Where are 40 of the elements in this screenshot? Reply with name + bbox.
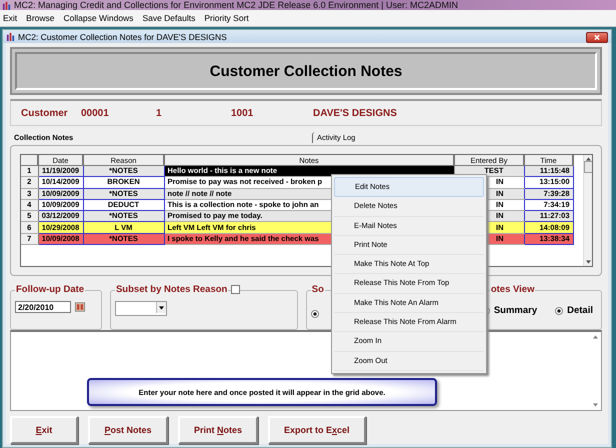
- app-icon: [6, 32, 15, 41]
- group-title: Subset by Notes Reason: [114, 284, 228, 295]
- radio-option[interactable]: Detail: [555, 305, 593, 316]
- action-button[interactable]: Export to Excel: [268, 416, 366, 444]
- dropdown-arrow-icon: [158, 306, 164, 310]
- menu-item[interactable]: Browse: [26, 13, 55, 23]
- menu-item[interactable]: Exit: [3, 13, 18, 23]
- calendar-icon[interactable]: [75, 302, 85, 312]
- up-arrow-icon: [586, 157, 590, 161]
- app-title: MC2: Managing Credit and Collections for Environment MC2 JDE Release 6.0 Environment | User: MC2ADMIN: [14, 0, 458, 10]
- scroll-thumb[interactable]: [584, 161, 592, 173]
- up-arrow-icon: [592, 335, 598, 339]
- row-header: [21, 155, 38, 166]
- page-heading: Customer Collection Notes: [210, 62, 402, 80]
- down-arrow-icon: [592, 403, 598, 407]
- group-title: Follow-up Date: [15, 284, 86, 295]
- scrollbar[interactable]: [591, 335, 599, 407]
- menu-item[interactable]: Collapse Windows: [64, 13, 134, 23]
- scrollbar[interactable]: [583, 155, 592, 266]
- customer-field: 1: [156, 108, 231, 118]
- reason-dropdown[interactable]: [114, 301, 167, 316]
- close-button[interactable]: [586, 32, 608, 43]
- down-arrow-icon: [586, 260, 590, 264]
- close-icon: [593, 34, 601, 41]
- action-button[interactable]: Post Notes: [88, 416, 168, 444]
- customer-number: 00001: [81, 108, 110, 118]
- menu-item[interactable]: Priority Sort: [204, 13, 249, 23]
- checkbox[interactable]: [231, 285, 240, 294]
- customer-label: Customer: [21, 108, 69, 118]
- group-title: otes View: [490, 284, 536, 295]
- action-button[interactable]: Print Notes: [178, 416, 258, 444]
- customer-name: DAVE'S DESIGNS: [313, 108, 397, 118]
- radio-button[interactable]: [310, 310, 319, 318]
- menu-item[interactable]: Save Defaults: [142, 13, 196, 23]
- group-title: So: [310, 284, 325, 295]
- date-field[interactable]: 2/20/2010: [15, 301, 71, 313]
- action-button[interactable]: Exit: [10, 416, 78, 444]
- window-title: MC2: Customer Collection Notes for DAVE'S DESIGNS: [18, 32, 227, 42]
- customer-field: 1001: [231, 108, 313, 118]
- app-icon: [2, 0, 11, 10]
